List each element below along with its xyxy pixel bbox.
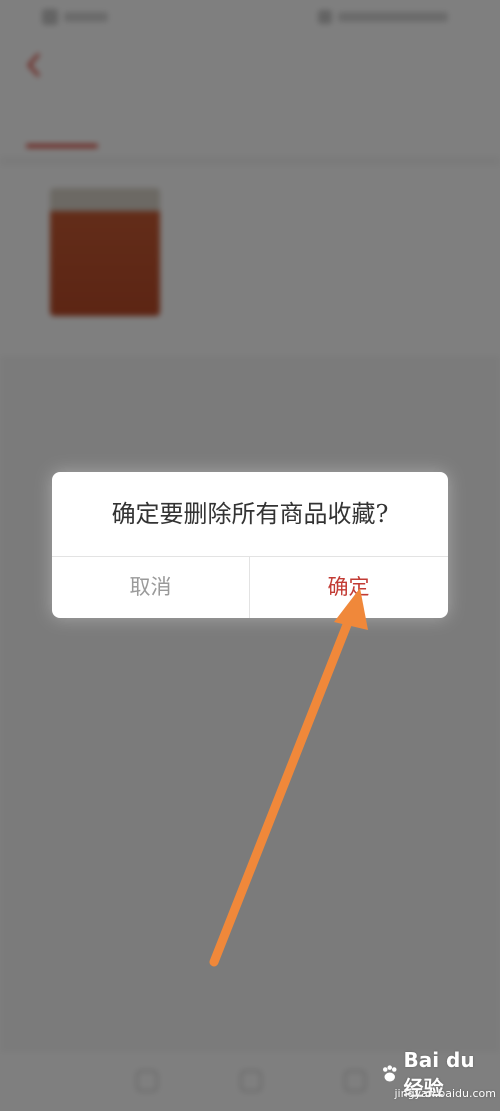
confirm-button[interactable]: 确定: [250, 557, 447, 618]
confirm-dialog: 确定要删除所有商品收藏? 取消 确定: [52, 472, 448, 618]
dialog-message: 确定要删除所有商品收藏?: [111, 500, 389, 528]
watermark-site: jingyan.baidu.com: [394, 1087, 496, 1100]
cancel-button[interactable]: 取消: [52, 557, 249, 618]
paw-icon: [382, 1065, 397, 1082]
